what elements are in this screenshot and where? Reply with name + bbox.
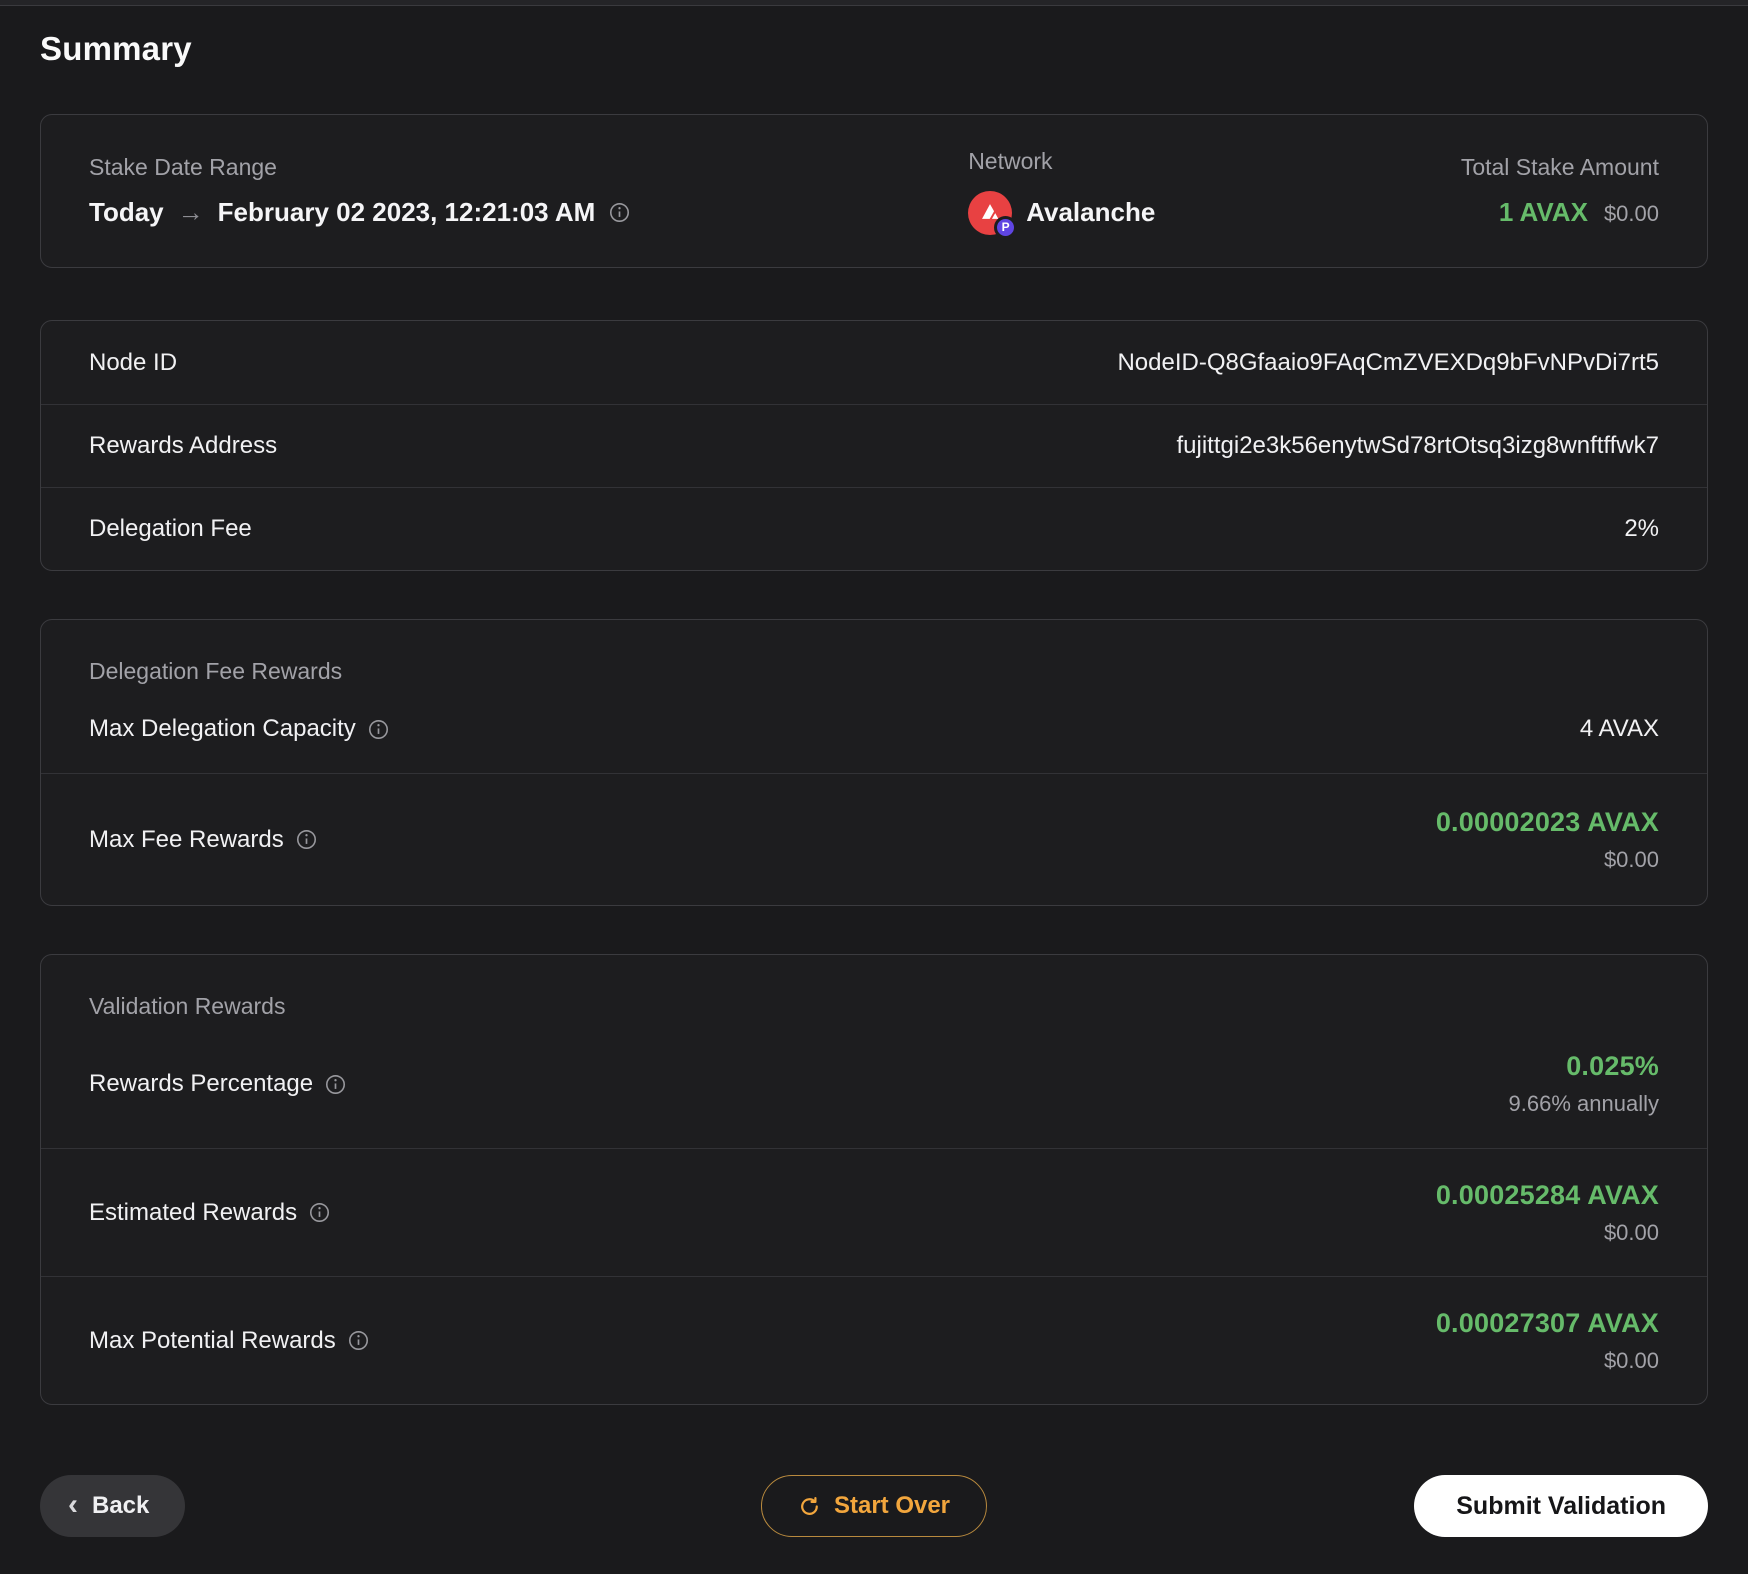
estimated-rewards-label: Estimated Rewards (89, 1198, 298, 1226)
submit-validation-button[interactable]: Submit Validation (1414, 1475, 1708, 1537)
validation-rewards-card: Validation Rewards Rewards Percentage 0.… (40, 954, 1708, 1405)
info-icon[interactable] (348, 1330, 369, 1351)
start-over-button[interactable]: Start Over (760, 1475, 988, 1537)
max-delegation-capacity-row: Max Delegation Capacity 4 AVAX (41, 685, 1707, 773)
max-fee-rewards-label: Max Fee Rewards (89, 825, 284, 853)
total-stake-usd: $0.00 (1603, 201, 1659, 226)
arrow-right-icon: → (177, 197, 204, 227)
chevron-left-icon: ‹ (68, 1487, 78, 1521)
max-delegation-capacity-value: 4 AVAX (1579, 715, 1659, 742)
start-over-label: Start Over (833, 1492, 951, 1519)
estimated-rewards-usd: $0.00 (1603, 1219, 1659, 1245)
stake-date-range-label: Stake Date Range (89, 154, 277, 180)
rewards-percentage-value: 0.025% (1566, 1051, 1659, 1081)
p-chain-badge: P (994, 215, 1018, 239)
delegation-fee-rewards-card: Delegation Fee Rewards Max Delegation Ca… (40, 619, 1708, 906)
refresh-icon (798, 1495, 821, 1518)
delegation-fee-value: 2% (1624, 515, 1659, 542)
max-potential-rewards-usd: $0.00 (1603, 1347, 1659, 1373)
max-potential-rewards-label: Max Potential Rewards (89, 1326, 336, 1354)
network-value: Avalanche (1026, 197, 1156, 227)
node-id-label: Node ID (89, 348, 178, 376)
total-stake-value: 1 AVAX (1498, 197, 1588, 227)
back-button-label: Back (92, 1492, 150, 1519)
back-button[interactable]: ‹ Back (40, 1475, 186, 1537)
network: Network P Avalanche (968, 147, 1461, 239)
delegation-fee-label: Delegation Fee (89, 515, 252, 542)
estimated-rewards-value: 0.00025284 AVAX (1435, 1179, 1659, 1210)
overview-card: Stake Date Range Today → February 02 202… (40, 114, 1708, 268)
table-row-delegation-fee: Delegation Fee 2% (41, 487, 1707, 570)
stake-date-range: Stake Date Range Today → February 02 202… (89, 154, 968, 228)
rewards-address-label: Rewards Address (89, 432, 278, 459)
details-card: Node ID NodeID-Q8Gfaaio9FAqCmZVEXDq9bFvN… (40, 320, 1708, 571)
estimated-rewards-row: Estimated Rewards 0.00025284 AVAX $0.00 (41, 1148, 1707, 1276)
max-fee-rewards-value: 0.00002023 AVAX (1435, 806, 1659, 837)
max-fee-rewards-row: Max Fee Rewards 0.00002023 AVAX $0.00 (41, 773, 1707, 905)
info-icon[interactable] (368, 719, 389, 740)
total-stake-label: Total Stake Amount (1460, 154, 1659, 180)
stake-start-value: Today (89, 197, 164, 227)
rewards-address-value: fujittgi2e3k56enytwSd78rtOtsq3izg8wnftff… (1176, 432, 1660, 459)
info-icon[interactable] (325, 1074, 346, 1095)
table-row-node-id: Node ID NodeID-Q8Gfaaio9FAqCmZVEXDq9bFvN… (41, 321, 1707, 404)
info-icon[interactable] (296, 829, 317, 850)
validation-rewards-section-label: Validation Rewards (89, 993, 286, 1019)
avalanche-p-chain-icon: P (968, 190, 1018, 239)
rewards-percentage-annual: 9.66% annually (1508, 1091, 1659, 1116)
page-title: Summary (40, 30, 192, 67)
max-fee-rewards-usd: $0.00 (1603, 846, 1659, 872)
max-delegation-capacity-label: Max Delegation Capacity (89, 715, 356, 742)
stake-end-value: February 02 2023, 12:21:03 AM (217, 197, 596, 227)
rewards-percentage-row: Rewards Percentage 0.025% 9.66% annually (41, 1020, 1707, 1148)
node-id-value: NodeID-Q8Gfaaio9FAqCmZVEXDq9bFvNPvDi7rt5 (1117, 348, 1659, 376)
delegation-fee-rewards-section-label: Delegation Fee Rewards (89, 658, 343, 684)
info-icon[interactable] (609, 202, 630, 223)
max-potential-rewards-value: 0.00027307 AVAX (1435, 1307, 1659, 1338)
summary-page: Summary Stake Date Range Today → Februar… (0, 30, 1748, 1537)
table-row-rewards-address: Rewards Address fujittgi2e3k56enytwSd78r… (41, 404, 1707, 487)
rewards-percentage-label: Rewards Percentage (89, 1070, 314, 1097)
info-icon[interactable] (309, 1202, 330, 1223)
submit-validation-label: Submit Validation (1456, 1491, 1666, 1520)
total-stake-amount: Total Stake Amount 1 AVAX $0.00 (1461, 154, 1659, 228)
top-divider (0, 0, 1748, 6)
footer-actions: ‹ Back Start Over Submit Validation (40, 1475, 1708, 1537)
network-label: Network (968, 147, 1053, 174)
max-potential-rewards-row: Max Potential Rewards 0.00027307 AVAX $0… (41, 1276, 1707, 1404)
